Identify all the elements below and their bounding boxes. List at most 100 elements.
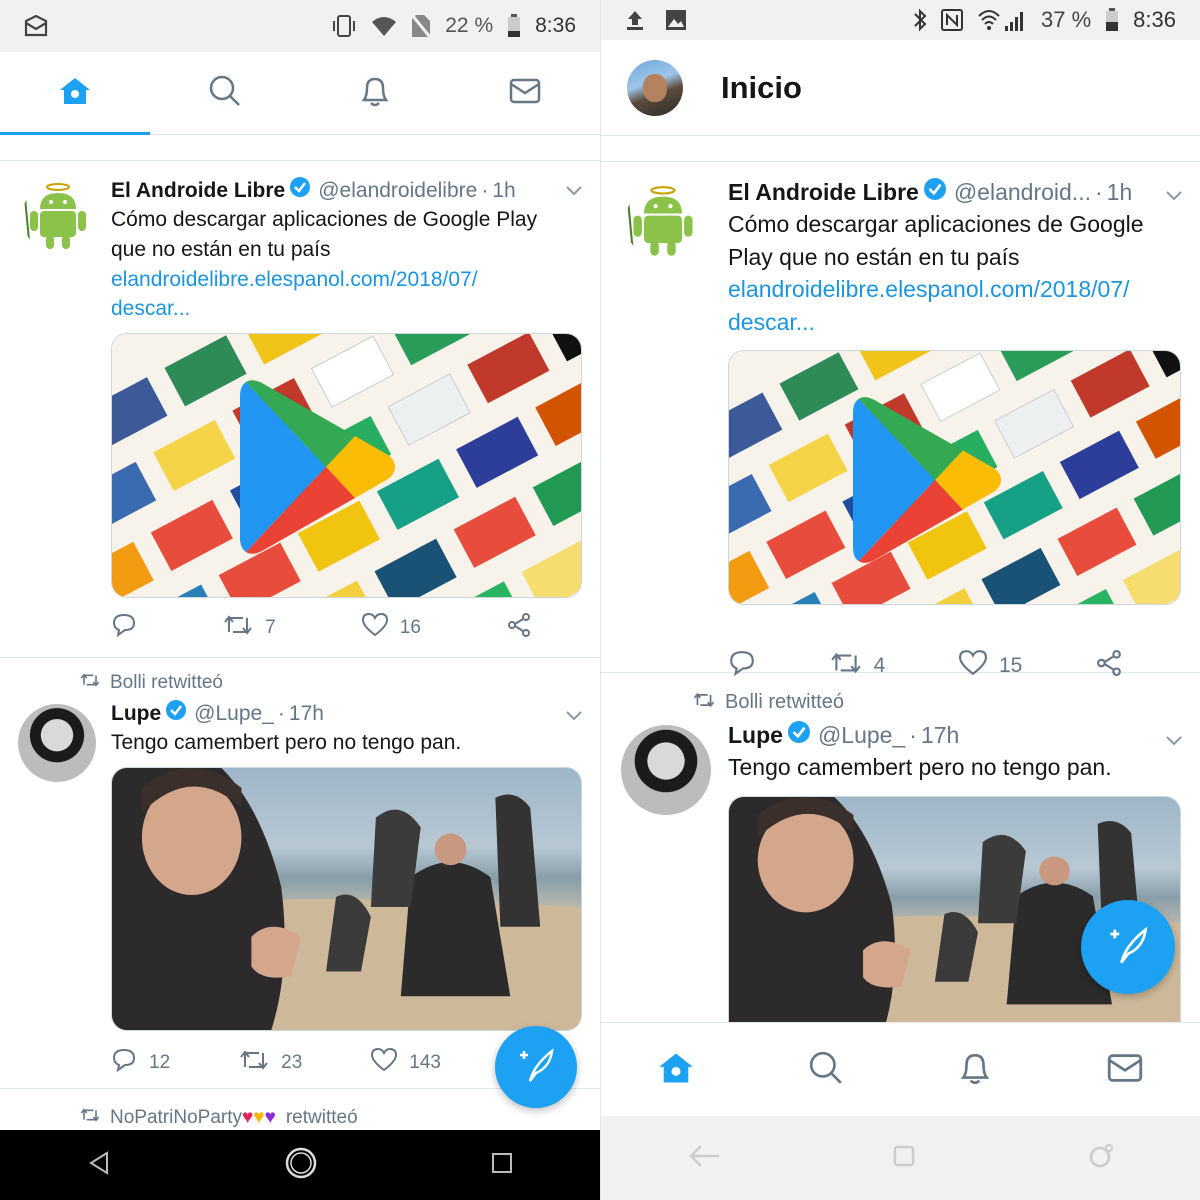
battery-icon — [507, 14, 521, 38]
tweet-time[interactable]: 17h — [289, 702, 324, 726]
tweet[interactable]: El Androide Libre @elandroidelibre · 1h … — [0, 161, 600, 658]
avatar-android[interactable] — [22, 181, 94, 253]
chevron-down-icon[interactable] — [566, 708, 582, 726]
author-handle[interactable]: @Lupe_ — [818, 722, 905, 749]
tweet-text: Tengo camembert pero no tengo pan. — [728, 754, 1112, 780]
avatar-android[interactable] — [625, 184, 701, 260]
red-heart-icon: ♥ — [242, 1107, 254, 1128]
tweet-text: Cómo descargar aplicaciones de Google Pl… — [111, 205, 580, 324]
tweet-text: Tengo camembert pero no tengo pan. — [111, 731, 462, 754]
verified-badge-icon — [290, 177, 311, 203]
tweet-text-line: Cómo descargar aplicaciones de Google Pl… — [111, 208, 538, 231]
tweet-header: Lupe @Lupe_ · 17h — [728, 721, 1180, 749]
tweet-time[interactable]: 1h — [1107, 179, 1133, 206]
heart-icon — [361, 612, 388, 643]
bluetooth-icon — [913, 8, 927, 32]
tab-messages[interactable] — [1050, 1023, 1200, 1117]
status-bar: 37 % 8:36 — [601, 0, 1200, 40]
reply-button[interactable] — [111, 613, 137, 643]
tab-messages[interactable] — [450, 52, 600, 134]
tweet[interactable]: Bolli retwitteó Lupe @Lupe_ · 17h Tengo … — [0, 658, 600, 1089]
like-button[interactable]: 143 — [371, 1047, 441, 1078]
tweet[interactable]: El Androide Libre @elandroid... · 1h Cóm… — [601, 162, 1200, 677]
retweet-button[interactable]: 23 — [239, 1049, 302, 1077]
top-tab-bar — [0, 52, 600, 135]
avatar-lupe[interactable] — [18, 704, 96, 782]
tweet-actions: 7 16 — [111, 612, 531, 643]
compose-feather-icon — [1106, 925, 1150, 970]
tab-home[interactable] — [601, 1023, 751, 1117]
tweet-image-google-play-flags[interactable] — [111, 333, 582, 598]
android-logo-icon — [626, 186, 693, 258]
author-name[interactable]: Lupe — [728, 722, 783, 749]
recents-circle-icon[interactable] — [1088, 1143, 1114, 1174]
tweet-link[interactable]: descar... — [111, 294, 580, 324]
page-title: Inicio — [721, 69, 802, 105]
recents-icon[interactable] — [491, 1152, 513, 1179]
tweet-time[interactable]: 17h — [921, 722, 959, 749]
tab-search[interactable] — [150, 52, 300, 134]
author-name[interactable]: El Androide Libre — [728, 179, 919, 206]
chevron-down-icon[interactable] — [566, 183, 582, 201]
compose-tweet-button[interactable] — [1081, 900, 1175, 994]
compose-tweet-button[interactable] — [495, 1026, 577, 1108]
author-handle[interactable]: @elandroidelibre — [318, 179, 477, 203]
share-button[interactable] — [507, 613, 531, 643]
search-icon — [208, 74, 242, 113]
no-sim-icon — [411, 14, 432, 38]
vibrate-icon — [331, 14, 357, 38]
tweet-text: Cómo descargar aplicaciones de Google Pl… — [728, 208, 1180, 339]
home-icon — [58, 76, 92, 111]
tweet-image-google-play-flags[interactable] — [728, 350, 1181, 605]
share-icon — [507, 613, 531, 643]
profile-avatar[interactable] — [627, 59, 683, 116]
google-play-logo-icon — [853, 397, 1001, 563]
chevron-down-icon[interactable] — [1166, 188, 1182, 206]
wifi-icon — [371, 15, 397, 37]
reply-button[interactable]: 12 — [111, 1048, 170, 1078]
back-icon[interactable] — [87, 1150, 111, 1180]
search-icon — [808, 1050, 844, 1091]
tweet-text-line: Play que no están en tu país — [728, 243, 1020, 270]
tweet-image-meme[interactable] — [111, 767, 582, 1031]
tweet-actions: 12 23 143 — [111, 1047, 441, 1078]
tweet-link[interactable]: descar... — [728, 306, 1180, 339]
notification-icon — [24, 15, 48, 37]
phone-screen-right: 37 % 8:36 Inicio El Androide Libre @elan… — [600, 0, 1200, 1200]
retweet-button[interactable]: 7 — [223, 614, 276, 642]
retweeted-suffix: retwitteó — [285, 1107, 358, 1128]
avatar-lupe[interactable] — [621, 725, 711, 815]
chevron-down-icon[interactable] — [1166, 733, 1182, 751]
retweet-icon — [80, 1107, 100, 1129]
author-handle[interactable]: @Lupe_ — [194, 702, 274, 726]
retweet-banner: Bolli retwitteó — [80, 672, 223, 694]
author-name[interactable]: Lupe — [111, 702, 161, 726]
back-arrow-icon[interactable] — [687, 1144, 721, 1173]
retweet-icon — [239, 1049, 269, 1077]
timeline[interactable]: El Androide Libre @elandroid... · 1h Cóm… — [601, 136, 1200, 1036]
retweeted-by[interactable]: Bolli retwitteó — [110, 672, 223, 694]
retweet-banner: Bolli retwitteó — [693, 691, 844, 714]
android-nav-bar — [0, 1130, 600, 1200]
home-square-icon[interactable] — [893, 1145, 915, 1172]
tab-notifications[interactable] — [901, 1023, 1051, 1117]
timeline[interactable]: El Androide Libre @elandroidelibre · 1h … — [0, 135, 600, 1139]
like-count: 16 — [399, 617, 421, 638]
tweet-text-line: que no están en tu país — [111, 237, 331, 261]
author-handle[interactable]: @elandroid... — [954, 179, 1091, 206]
tweet-header: El Androide Libre @elandroidelibre · 1h — [111, 177, 580, 203]
tweet-link[interactable]: elandroidelibre.elespanol.com/2018/07/ — [111, 265, 580, 295]
home-circle-icon[interactable] — [284, 1146, 318, 1185]
tweet-link[interactable]: elandroidelibre.elespanol.com/2018/07/ — [728, 273, 1180, 306]
retweeted-by-user[interactable]: NoPatriNoParty — [110, 1107, 242, 1129]
previous-tweet-actions — [0, 135, 600, 161]
mail-icon — [1107, 1053, 1143, 1088]
tweet-time[interactable]: 1h — [492, 179, 515, 203]
tab-notifications[interactable] — [300, 52, 450, 134]
tab-home[interactable] — [0, 52, 150, 135]
retweeted-by[interactable]: Bolli retwitteó — [725, 691, 844, 714]
author-name[interactable]: El Androide Libre — [111, 179, 285, 203]
like-button[interactable]: 16 — [361, 612, 421, 643]
tab-search[interactable] — [751, 1023, 901, 1117]
bell-icon — [958, 1050, 992, 1091]
